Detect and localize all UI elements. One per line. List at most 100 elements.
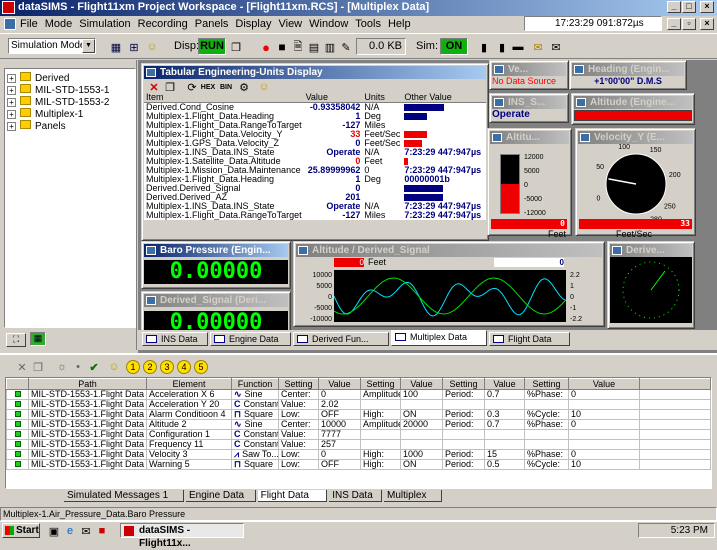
grid-header-value[interactable]: Value xyxy=(568,378,640,390)
table-row[interactable]: Derived.Derived_AZ 201 xyxy=(144,193,486,202)
grid-cell[interactable]: 7777 xyxy=(318,429,361,440)
taskbar-task-datasims[interactable]: dataSIMS - Flight11x... xyxy=(120,523,244,549)
mdi-minimize-button[interactable]: _ xyxy=(667,18,681,30)
delete-icon[interactable]: ✕ xyxy=(14,359,30,375)
grid-cell[interactable]: High: xyxy=(360,459,401,470)
grid-cell[interactable]: MIL-STD-1553-1.Flight Data xyxy=(28,439,147,450)
outlook-icon[interactable]: ✉ xyxy=(78,523,94,539)
grid-cell[interactable]: OFF xyxy=(318,459,361,470)
smiley-icon[interactable]: ☺ xyxy=(144,39,160,55)
grid-cell[interactable]: MIL-STD-1553-1.Flight Data xyxy=(28,429,147,440)
grid-cell[interactable] xyxy=(360,439,401,450)
menu-item-tools[interactable]: Tools xyxy=(355,18,381,30)
grid-header-setting[interactable]: Setting xyxy=(524,378,569,390)
menu-item-window[interactable]: Window xyxy=(309,18,348,30)
simulation-grid[interactable]: Path Element Function Setting Value Setting Va… xyxy=(5,377,712,489)
grid-cell[interactable] xyxy=(360,429,401,440)
edit-icon[interactable]: ✎ xyxy=(338,39,354,55)
hex-icon[interactable]: HEX xyxy=(200,79,216,95)
window-icon[interactable]: ❐ xyxy=(228,39,244,55)
grid-header-element[interactable]: Element xyxy=(146,378,232,390)
chevron-down-icon[interactable]: ▼ xyxy=(82,39,95,53)
menu-item-recording[interactable]: Recording xyxy=(138,18,188,30)
grid-cell[interactable]: 0.7 xyxy=(484,419,525,430)
grid-cell[interactable]: Period: xyxy=(442,389,485,400)
table-row[interactable]: Multiplex-1.Flight_Data.Heading 1 Deg xyxy=(144,112,486,121)
grid-cell[interactable] xyxy=(442,399,485,410)
mdi-restore-button[interactable]: ▫ xyxy=(682,18,696,30)
tree-view-tab[interactable]: ⛶ xyxy=(6,333,26,347)
table-row[interactable]: Multiplex-1.Flight_Data.Heading 1 Deg 00000… xyxy=(144,175,486,184)
file-icon[interactable]: 🗎 xyxy=(290,39,306,55)
smiley-icon[interactable]: ☺ xyxy=(256,79,272,95)
grid-cell[interactable]: Low: xyxy=(278,449,319,460)
tree-item[interactable]: + Multiplex-1 xyxy=(7,108,133,120)
close-icon[interactable]: ✕ xyxy=(146,79,162,95)
grid-cell[interactable]: ON xyxy=(400,409,443,420)
app-quick-icon[interactable]: ■ xyxy=(94,523,110,539)
grid-cell[interactable]: Center: xyxy=(278,419,319,430)
folder-icon[interactable]: ▤ xyxy=(306,39,322,55)
grid-cell[interactable]: High: xyxy=(360,449,401,460)
number-button-1[interactable]: 1 xyxy=(126,360,140,374)
grid-cell[interactable]: Configuration 1 xyxy=(146,429,232,440)
grid-header-path[interactable]: Path xyxy=(28,378,147,390)
table-row[interactable]: MIL-STD-1553-1.Flight Data Frequency 11 C C… xyxy=(6,439,711,450)
ie-icon[interactable]: e xyxy=(62,523,78,539)
grid-cell[interactable] xyxy=(400,429,443,440)
tree-item[interactable]: + MIL-STD-1553-2 xyxy=(7,96,133,108)
expand-icon[interactable]: + xyxy=(7,110,16,119)
maximize-button[interactable]: □ xyxy=(682,1,696,13)
grid-cell[interactable]: 10000 xyxy=(318,419,361,430)
table-row[interactable]: Multiplex-1.Flight_Data.RangeToTarget -12… xyxy=(144,121,486,130)
grid-cell[interactable]: OFF xyxy=(318,409,361,420)
grid-cell[interactable]: Low: xyxy=(278,409,319,420)
smiley-icon[interactable]: ☺ xyxy=(106,359,122,375)
grid-cell[interactable]: C Constant xyxy=(231,439,279,450)
grid-cell[interactable]: 257 xyxy=(318,439,361,450)
grid-header-setting[interactable]: Setting xyxy=(360,378,401,390)
mail-send-icon[interactable]: ✉ xyxy=(548,39,564,55)
menu-item-file[interactable]: File xyxy=(20,18,38,30)
grid-header-setting[interactable]: Setting xyxy=(278,378,319,390)
grid-cell[interactable]: 0 xyxy=(568,389,640,400)
grid-header-function[interactable]: Function xyxy=(231,378,279,390)
table-row[interactable]: MIL-STD-1553-1.Flight Data Altitude 2 ∿ Sin… xyxy=(6,419,711,430)
grid-cell[interactable]: 0.7 xyxy=(484,389,525,400)
grid-cell[interactable]: 0 xyxy=(318,389,361,400)
expand-icon[interactable]: + xyxy=(7,86,16,95)
mdi-close-button[interactable]: × xyxy=(700,18,714,30)
menu-item-display[interactable]: Display xyxy=(235,18,271,30)
check-icon[interactable]: ✔ xyxy=(86,359,102,375)
grid-cell[interactable] xyxy=(524,429,569,440)
grid-cell[interactable]: Warning 5 xyxy=(146,459,232,470)
grid-cell[interactable] xyxy=(568,429,640,440)
grid-cell[interactable]: MIL-STD-1553-1.Flight Data xyxy=(28,389,147,400)
tree-item[interactable]: + MIL-STD-1553-1 xyxy=(7,84,133,96)
grid-cell[interactable]: MIL-STD-1553-1.Flight Data xyxy=(28,409,147,420)
grid-cell[interactable]: MIL-STD-1553-1.Flight Data xyxy=(28,419,147,430)
bottom-tab-ins-data[interactable]: INS Data xyxy=(329,490,382,502)
expand-icon[interactable]: + xyxy=(7,74,16,83)
project-tree[interactable]: + Derived + MIL-STD-1553-1 + MIL-STD-1553-2 + M… xyxy=(4,68,136,328)
grid-cell[interactable] xyxy=(484,439,525,450)
grid-cell[interactable]: %Cycle: xyxy=(524,459,569,470)
grid-cell[interactable]: MIL-STD-1553-1.Flight Data xyxy=(28,399,147,410)
number-button-3[interactable]: 3 xyxy=(160,360,174,374)
grid-cell[interactable]: Value: xyxy=(278,399,319,410)
grid-cell[interactable]: 10 xyxy=(568,459,640,470)
grid-cell[interactable]: Amplitude: xyxy=(360,389,401,400)
grid-cell[interactable]: Period: xyxy=(442,449,485,460)
grid-cell[interactable]: ⊓ Square xyxy=(231,409,279,420)
grid-icon[interactable]: ▦ xyxy=(108,39,124,55)
tab-ins-data[interactable]: INS Data xyxy=(142,332,208,346)
grid-cell[interactable]: Period: xyxy=(442,409,485,420)
grid-cell[interactable] xyxy=(524,399,569,410)
grid-header-setting[interactable]: Setting xyxy=(442,378,485,390)
table-row[interactable]: Multiplex-1.GPS_Data.Velocity_Z 0 Feet/Sec xyxy=(144,139,486,148)
tab-multiplex-data[interactable]: Multiplex Data xyxy=(391,330,487,346)
grid-cell[interactable]: Period: xyxy=(442,459,485,470)
table-row[interactable]: Multiplex-1.Flight_Data.Velocity_Y 33 Feet… xyxy=(144,130,486,139)
menu-item-help[interactable]: Help xyxy=(388,18,411,30)
grid-header-value[interactable]: Value xyxy=(400,378,443,390)
